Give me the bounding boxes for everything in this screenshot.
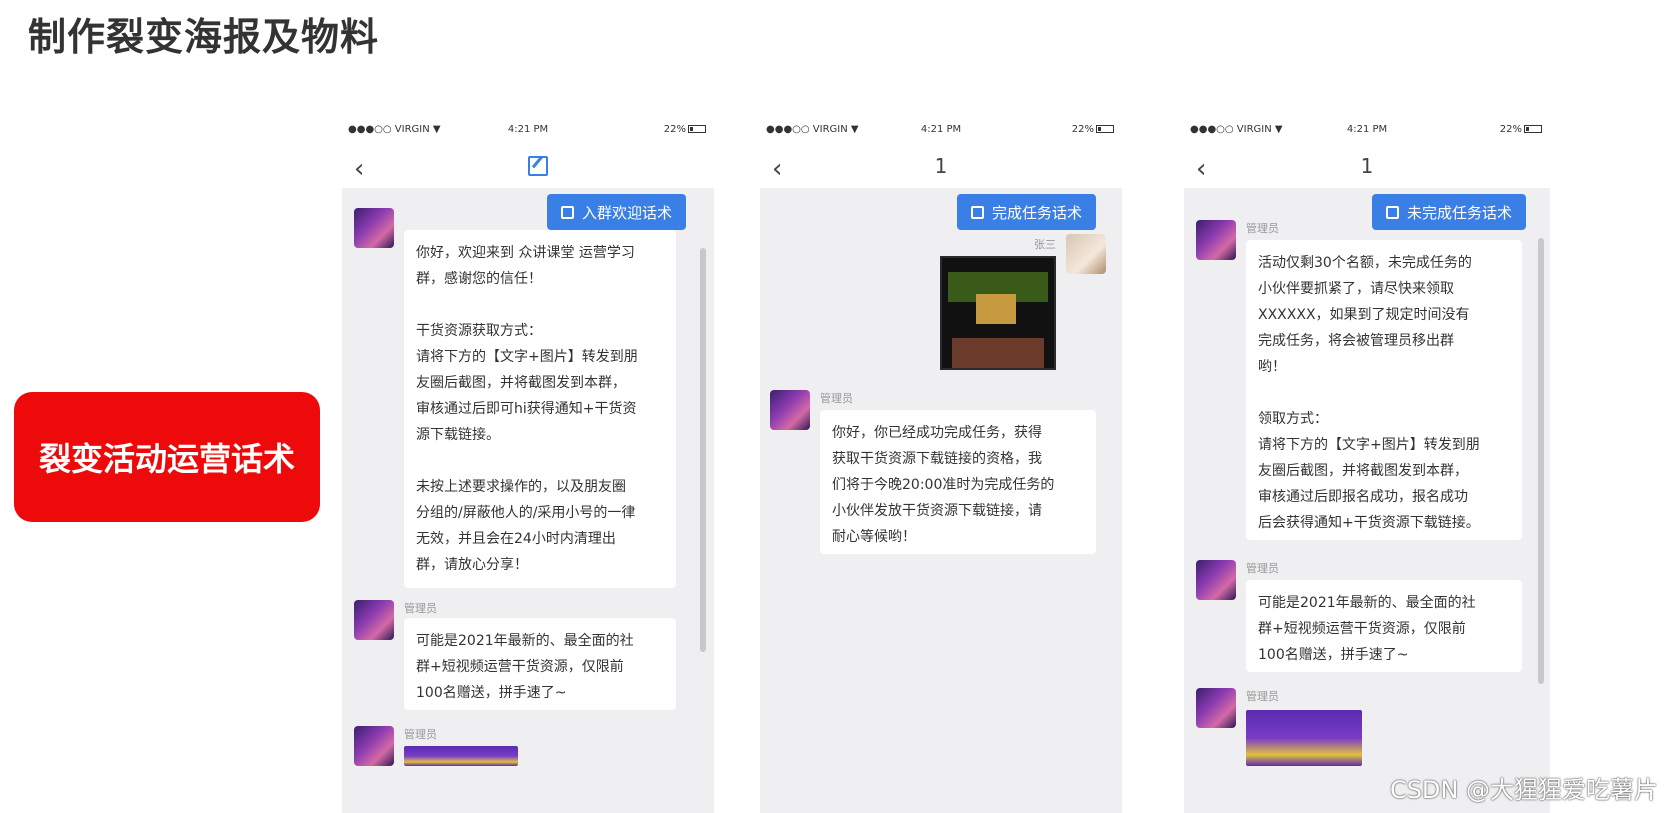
message-bubble: 可能是2021年最新的、最全面的社 群+短视频运营干货资源，仅限前 100名赠送… <box>404 618 676 710</box>
tag-label: 未完成任务话术 <box>1406 203 1512 222</box>
phone-task-complete-script: ●●●○○ VIRGIN ▼ 4:21 PM 22% ‹ 1 完成任务话术 张三… <box>760 112 1122 813</box>
avatar <box>1196 560 1236 600</box>
screenshot-image[interactable] <box>940 256 1056 370</box>
phone-welcome-script: ●●●○○ VIRGIN ▼ 4:21 PM 22% ‹ 入群欢迎话术 你好，欢… <box>342 112 714 813</box>
nav-bar: ‹ 1 <box>1184 146 1550 188</box>
status-time: 4:21 PM <box>920 124 962 135</box>
scrollbar[interactable] <box>1538 238 1544 684</box>
message-bubble: 活动仅剩30个名额，未完成任务的 小伙伴要抓紧了，请尽快来领取 XXXXXX，如… <box>1246 240 1522 540</box>
page-title: 制作裂变海报及物料 <box>28 15 380 59</box>
edit-icon <box>1385 205 1399 219</box>
sender-name: 管理员 <box>820 392 853 405</box>
status-bar: ●●●○○ VIRGIN ▼ 4:21 PM 22% <box>1184 112 1550 146</box>
tag-label: 完成任务话术 <box>991 203 1082 222</box>
status-time: 4:21 PM <box>507 124 549 135</box>
battery-indicator: 22% <box>1500 124 1542 135</box>
sender-name: 管理员 <box>404 728 437 741</box>
edit-icon[interactable] <box>528 156 548 176</box>
message-bubble: 你好，欢迎来到 众讲课堂 运营学习 群，感谢您的信任！ 干货资源获取方式： 请将… <box>404 230 676 588</box>
sender-name: 管理员 <box>1246 562 1279 575</box>
nav-bar: ‹ <box>342 146 714 188</box>
phone-task-incomplete-script: ●●●○○ VIRGIN ▼ 4:21 PM 22% ‹ 1 未完成任务话术 管… <box>1184 112 1550 813</box>
complete-script-button[interactable]: 完成任务话术 <box>956 194 1096 230</box>
battery-icon <box>688 125 706 133</box>
battery-indicator: 22% <box>1072 124 1114 135</box>
avatar <box>354 208 394 248</box>
sender-name: 管理员 <box>1246 222 1279 235</box>
back-chevron-icon[interactable]: ‹ <box>354 154 364 184</box>
sender-name: 管理员 <box>1246 690 1279 703</box>
welcome-script-button[interactable]: 入群欢迎话术 <box>546 194 686 230</box>
sender-name: 管理员 <box>404 602 437 615</box>
avatar <box>1196 220 1236 260</box>
fission-script-label: 裂变活动运营话术 <box>38 440 295 478</box>
incomplete-script-button[interactable]: 未完成任务话术 <box>1371 194 1526 230</box>
fission-script-card: 裂变活动运营话术 <box>14 392 320 522</box>
status-time: 4:21 PM <box>1346 124 1388 135</box>
sender-name: 张三 <box>1034 238 1056 251</box>
chat-title: 1 <box>934 154 948 178</box>
poster-thumbnail[interactable] <box>404 746 518 766</box>
avatar <box>354 600 394 640</box>
message-bubble: 可能是2021年最新的、最全面的社 群+短视频运营干货资源，仅限前 100名赠送… <box>1246 580 1522 672</box>
avatar <box>770 390 810 430</box>
slide: 制作裂变海报及物料 裂变活动运营话术 ●●●○○ VIRGIN ▼ 4:21 P… <box>0 0 1666 813</box>
avatar <box>1066 234 1106 274</box>
avatar <box>354 726 394 766</box>
battery-indicator: 22% <box>664 124 706 135</box>
message-bubble: 你好，你已经成功完成任务，获得 获取干货资源下载链接的资格，我 们将于今晚20:… <box>820 410 1096 554</box>
watermark: CSDN @大猩猩爱吃薯片 <box>1389 776 1658 804</box>
avatar <box>1196 688 1236 728</box>
battery-icon <box>1524 125 1542 133</box>
edit-icon <box>560 205 574 219</box>
tag-label: 入群欢迎话术 <box>581 203 672 222</box>
poster-thumbnail[interactable] <box>1246 710 1362 766</box>
status-bar: ●●●○○ VIRGIN ▼ 4:21 PM 22% <box>760 112 1122 146</box>
nav-bar: ‹ 1 <box>760 146 1122 188</box>
edit-icon <box>970 205 984 219</box>
chat-title: 1 <box>1360 154 1374 178</box>
scrollbar[interactable] <box>700 248 706 652</box>
status-bar: ●●●○○ VIRGIN ▼ 4:21 PM 22% <box>342 112 714 146</box>
battery-icon <box>1096 125 1114 133</box>
